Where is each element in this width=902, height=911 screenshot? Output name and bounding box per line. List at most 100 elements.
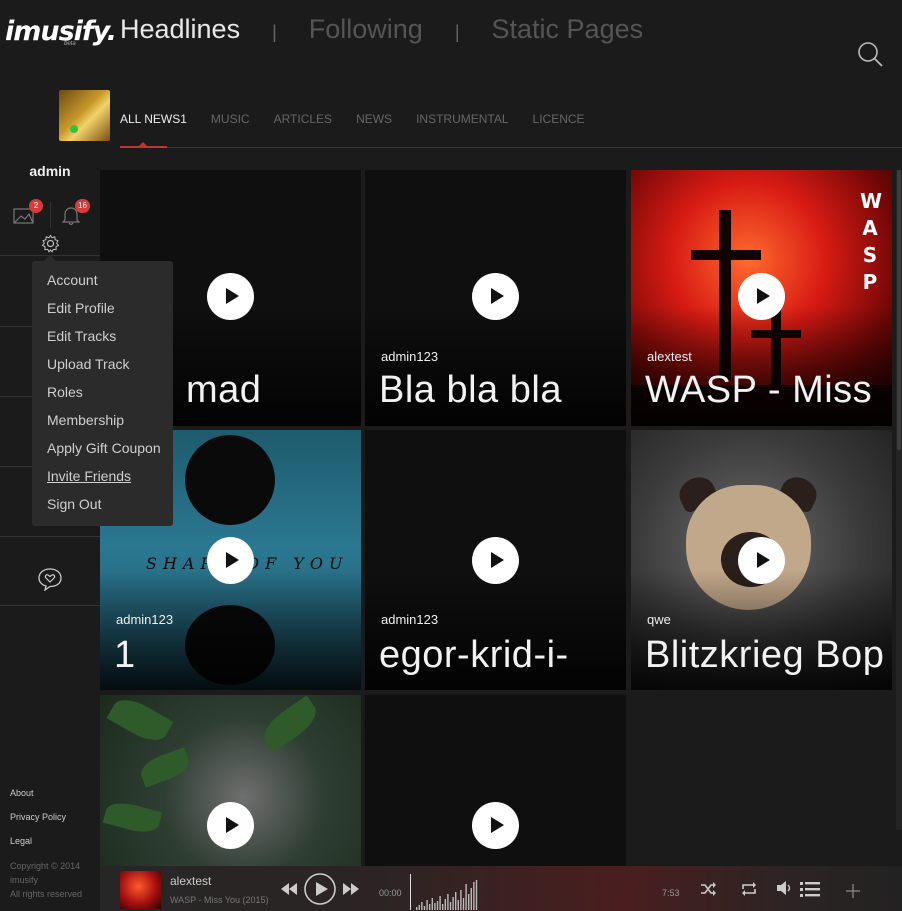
waveform-bar bbox=[462, 898, 465, 910]
category-bar: ALL NEWS1 MUSIC ARTICLES NEWS INSTRUMENT… bbox=[59, 90, 902, 148]
tab-articles[interactable]: ARTICLES bbox=[274, 112, 332, 126]
sidebar-divider bbox=[0, 536, 100, 537]
waveform-bar bbox=[475, 880, 478, 910]
menu-item-invite-friends[interactable]: Invite Friends bbox=[32, 468, 173, 496]
menu-item-edit-tracks[interactable]: Edit Tracks bbox=[32, 328, 173, 356]
card-author[interactable]: admin123 bbox=[381, 612, 438, 627]
waveform-bar bbox=[436, 901, 439, 910]
tab-news[interactable]: NEWS bbox=[356, 112, 392, 126]
tab-music[interactable]: MUSIC bbox=[211, 112, 250, 126]
player-track-author[interactable]: alextest bbox=[170, 874, 211, 888]
wasp-letter: A bbox=[862, 216, 878, 240]
tab-instrumental[interactable]: INSTRUMENTAL bbox=[416, 112, 508, 126]
shuffle-icon[interactable] bbox=[700, 882, 716, 896]
sidebar-icon-divider bbox=[50, 202, 51, 228]
scrollbar-thumb[interactable] bbox=[897, 170, 901, 450]
nav-headlines[interactable]: Headlines bbox=[120, 14, 240, 45]
chat-bubble-heart-icon[interactable] bbox=[37, 567, 63, 591]
play-pause-icon[interactable] bbox=[303, 872, 337, 906]
menu-item-sign-out[interactable]: Sign Out bbox=[32, 496, 173, 524]
artwork-blob bbox=[185, 435, 275, 525]
card-author[interactable]: admin123 bbox=[381, 349, 438, 364]
waveform-bar bbox=[465, 884, 467, 910]
artwork-cross bbox=[691, 250, 761, 260]
waveform-bar bbox=[468, 894, 470, 910]
category-tabs: ALL NEWS1 MUSIC ARTICLES NEWS INSTRUMENT… bbox=[120, 112, 609, 126]
track-card[interactable] bbox=[365, 695, 626, 866]
tab-licence[interactable]: LICENCE bbox=[533, 112, 585, 126]
play-button[interactable] bbox=[207, 537, 254, 584]
play-button[interactable] bbox=[207, 802, 254, 849]
menu-item-label: Invite Friends bbox=[47, 468, 132, 484]
waveform-progress[interactable] bbox=[410, 870, 660, 910]
copyright-line: Copyright © 2014 bbox=[10, 861, 81, 871]
card-author[interactable]: alextest bbox=[647, 349, 692, 364]
footer-links: About Privacy Policy Legal bbox=[10, 788, 66, 860]
card-title[interactable]: WASP - Miss bbox=[645, 369, 872, 412]
menu-item-roles[interactable]: Roles bbox=[32, 384, 173, 412]
track-card[interactable]: admin123 Bla bla bla bbox=[365, 170, 626, 426]
menu-item-account[interactable]: Account bbox=[32, 272, 173, 300]
top-nav: Headlines | Following | Static Pages bbox=[120, 14, 643, 45]
waveform-bar bbox=[423, 906, 426, 910]
card-shade bbox=[100, 570, 361, 690]
play-button[interactable] bbox=[738, 537, 785, 584]
nav-static-pages[interactable]: Static Pages bbox=[492, 14, 644, 45]
play-button[interactable] bbox=[472, 537, 519, 584]
menu-item-edit-profile[interactable]: Edit Profile bbox=[32, 300, 173, 328]
play-button[interactable] bbox=[738, 273, 785, 320]
wasp-logo: W A S P bbox=[860, 188, 883, 296]
category-thumbnail[interactable] bbox=[59, 90, 110, 141]
card-author[interactable]: admin123 bbox=[116, 612, 173, 627]
footer-link-privacy[interactable]: Privacy Policy bbox=[10, 812, 66, 822]
sidebar-username[interactable]: admin bbox=[0, 163, 100, 179]
settings-gear-icon[interactable] bbox=[41, 234, 60, 253]
menu-item-apply-gift-coupon[interactable]: Apply Gift Coupon bbox=[32, 440, 173, 468]
volume-icon[interactable] bbox=[776, 880, 794, 896]
track-card[interactable] bbox=[100, 695, 361, 866]
card-title[interactable]: Bla bla bla bbox=[379, 369, 562, 412]
waveform-bar bbox=[418, 905, 420, 910]
waveform-bar bbox=[452, 897, 454, 910]
play-button[interactable] bbox=[207, 273, 254, 320]
play-button[interactable] bbox=[472, 802, 519, 849]
card-title[interactable]: mad bbox=[186, 369, 261, 412]
waveform-bar bbox=[442, 904, 444, 910]
artwork-leaf bbox=[106, 695, 174, 748]
playlist-icon[interactable] bbox=[800, 881, 820, 897]
tab-all-news[interactable]: ALL NEWS1 bbox=[120, 112, 187, 126]
track-card[interactable]: qwe Blitzkrieg Bop bbox=[631, 430, 892, 690]
waveform-bar bbox=[457, 900, 459, 910]
play-button[interactable] bbox=[472, 273, 519, 320]
menu-item-upload-track[interactable]: Upload Track bbox=[32, 356, 173, 384]
track-card[interactable]: W A S P alextest WASP - Miss bbox=[631, 170, 892, 426]
player-total-time: 7:53 bbox=[662, 888, 680, 898]
repeat-icon[interactable] bbox=[740, 882, 758, 896]
waveform-bar bbox=[470, 888, 472, 910]
waveform-bar bbox=[434, 903, 436, 910]
logo[interactable]: imusify. bbox=[5, 16, 117, 47]
card-author[interactable]: qwe bbox=[647, 612, 671, 627]
card-title[interactable]: Blitzkrieg Bop bbox=[645, 634, 884, 677]
copyright: Copyright © 2014 imusify All rights rese… bbox=[10, 859, 82, 901]
footer-link-legal[interactable]: Legal bbox=[10, 836, 66, 846]
search-icon[interactable] bbox=[856, 40, 884, 68]
plus-icon[interactable] bbox=[845, 883, 861, 899]
track-card[interactable]: admin123 egor-krid-i- bbox=[365, 430, 626, 690]
player-track-title[interactable]: WASP - Miss You (2015) bbox=[170, 895, 269, 905]
menu-item-membership[interactable]: Membership bbox=[32, 412, 173, 440]
copyright-line: imusify bbox=[10, 875, 39, 885]
waveform-bar bbox=[416, 907, 418, 910]
card-title[interactable]: 1 bbox=[114, 634, 136, 677]
nav-following[interactable]: Following bbox=[309, 14, 423, 45]
category-divider bbox=[120, 147, 902, 148]
waveform-bar bbox=[421, 902, 423, 910]
wasp-letter: S bbox=[862, 243, 878, 267]
rewind-icon[interactable] bbox=[279, 881, 299, 897]
card-title[interactable]: egor-krid-i- bbox=[379, 634, 569, 677]
wasp-letter: W bbox=[860, 189, 883, 213]
waveform-bar bbox=[439, 896, 441, 910]
fast-forward-icon[interactable] bbox=[341, 881, 361, 897]
footer-link-about[interactable]: About bbox=[10, 788, 66, 798]
player-track-thumbnail[interactable] bbox=[120, 871, 161, 909]
